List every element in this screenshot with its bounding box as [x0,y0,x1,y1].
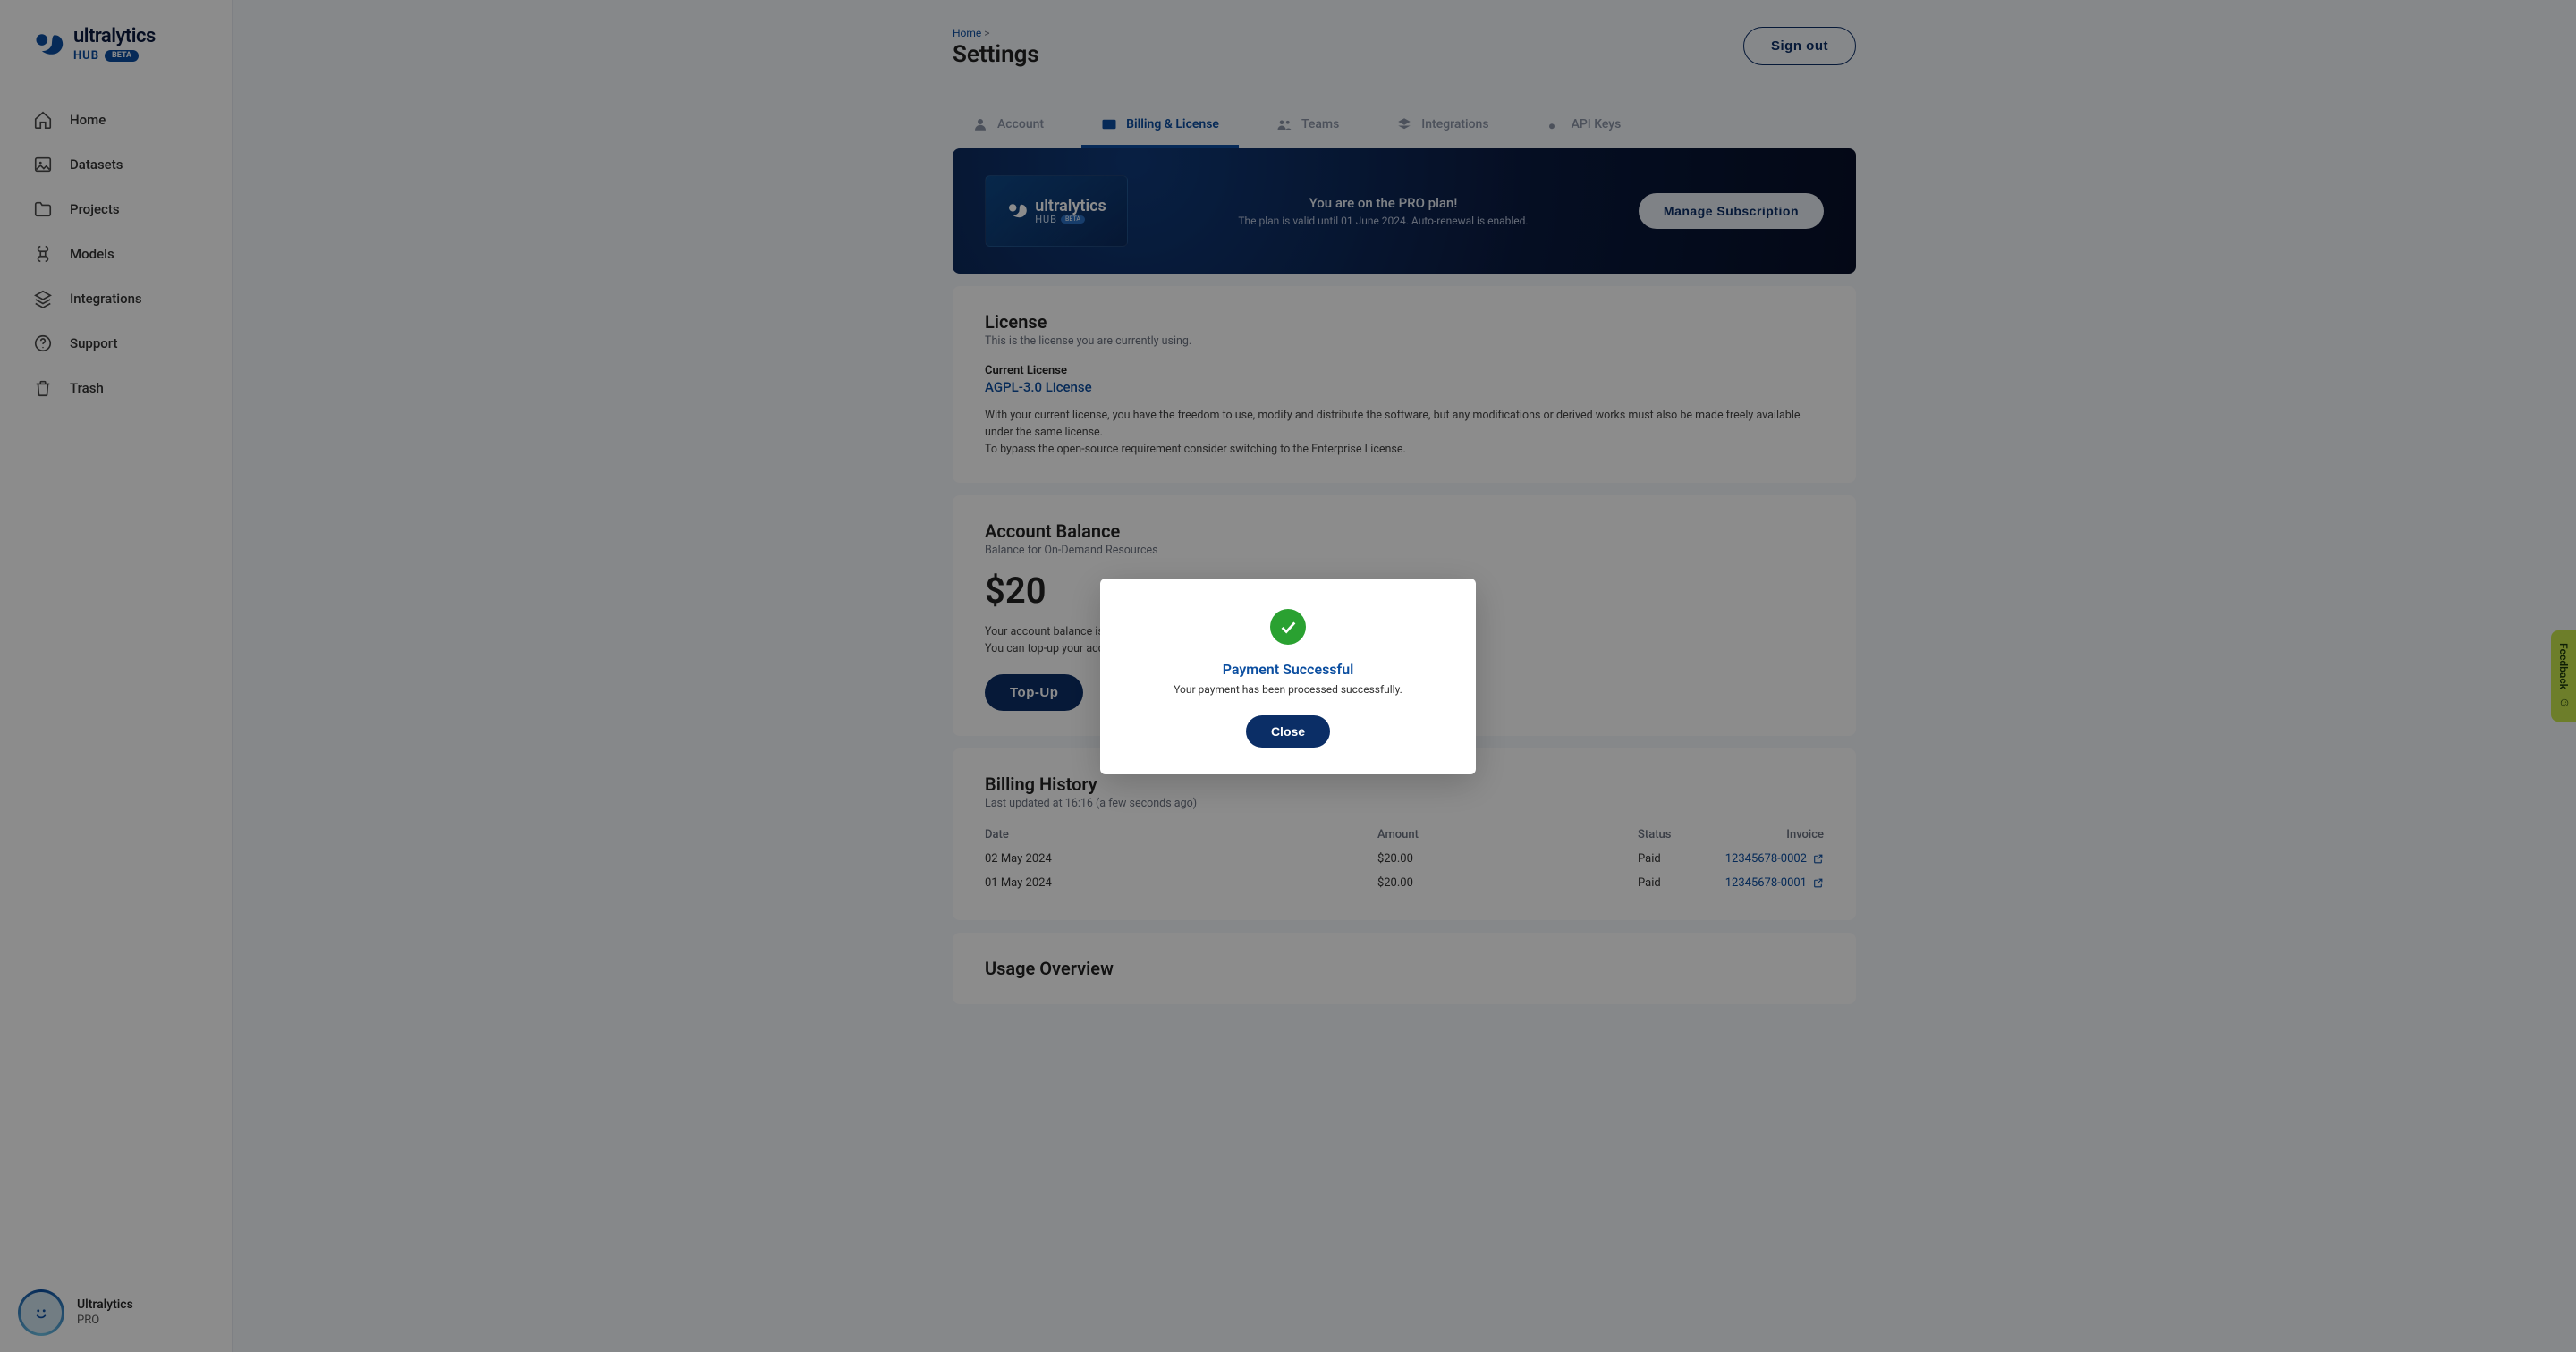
close-button[interactable]: Close [1246,715,1330,748]
modal-overlay[interactable]: Payment Successful Your payment has been… [0,0,2576,1352]
payment-success-modal: Payment Successful Your payment has been… [1100,579,1476,774]
check-icon [1270,609,1306,645]
modal-body: Your payment has been processed successf… [1132,683,1444,696]
modal-title: Payment Successful [1132,661,1444,678]
